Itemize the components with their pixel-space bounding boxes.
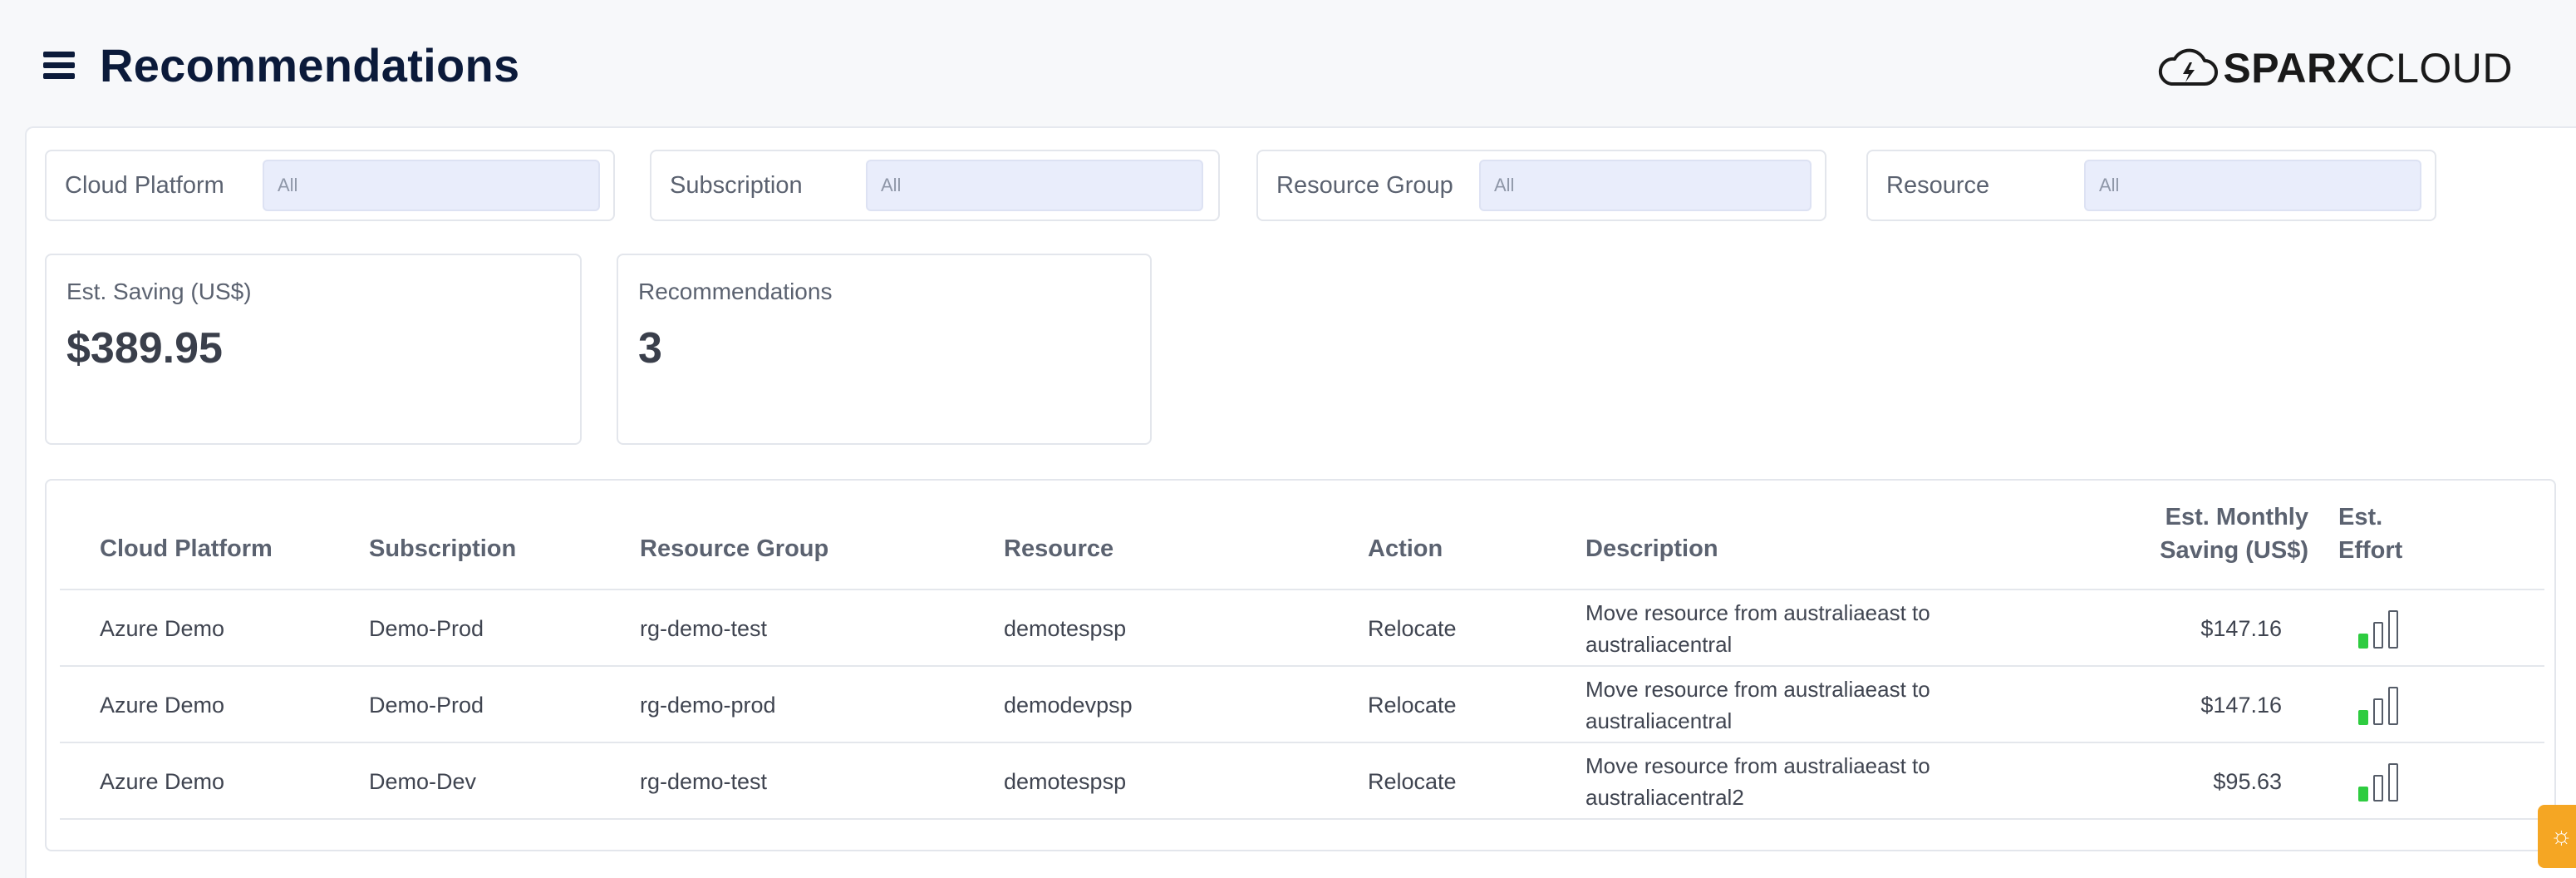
description-line1: Move resource from australiaeast to: [1585, 600, 1930, 625]
cell-resource-group: rg-demo-test: [640, 769, 768, 794]
logo-text-bold: SPARX: [2223, 45, 2366, 91]
effort-bars-icon: [2358, 763, 2408, 802]
resource-select[interactable]: All: [2084, 160, 2421, 211]
cell-action: Relocate: [1368, 616, 1457, 641]
filter-subscription: Subscription All: [650, 150, 1220, 221]
column-header-subscription[interactable]: Subscription: [369, 532, 516, 565]
cell-platform: Azure Demo: [100, 616, 225, 641]
filter-label: Cloud Platform: [65, 171, 224, 199]
description-line2: australiacentral2: [1585, 785, 1744, 810]
cell-resource: demotespsp: [1004, 769, 1127, 794]
column-header-action[interactable]: Action: [1368, 532, 1443, 565]
description-line1: Move resource from australiaeast to: [1585, 753, 1930, 778]
column-header-saving-line1: Est. Monthly: [2165, 504, 2308, 530]
cell-action: Relocate: [1368, 769, 1457, 794]
column-header-effort-line2: Effort: [2338, 537, 2403, 564]
cell-action: Relocate: [1368, 693, 1457, 718]
page-title: Recommendations: [100, 39, 520, 91]
cloud-platform-select[interactable]: All: [263, 160, 600, 211]
cell-subscription: Demo-Prod: [369, 616, 484, 641]
logo-text-regular: CLOUD: [2365, 45, 2513, 91]
cell-description: Move resource from australiaeast to aust…: [1585, 750, 2018, 813]
cell-resource: demodevpsp: [1004, 693, 1133, 718]
filter-resource: Resource All: [1866, 150, 2436, 221]
column-header-saving-line2: Saving (US$): [2160, 537, 2308, 564]
cell-resource-group: rg-demo-test: [640, 616, 768, 641]
description-line2: australiacentral: [1585, 708, 1733, 733]
description-line2: australiacentral: [1585, 632, 1733, 657]
subscription-select[interactable]: All: [866, 160, 1203, 211]
cell-description: Move resource from australiaeast to aust…: [1585, 673, 2018, 737]
lightbulb-icon: ☼: [2549, 822, 2574, 850]
cell-saving: $147.16: [2200, 616, 2282, 641]
cell-resource-group: rg-demo-prod: [640, 693, 776, 718]
filter-label: Resource Group: [1276, 171, 1453, 199]
cell-platform: Azure Demo: [100, 769, 225, 794]
recommendations-count-card: Recommendations 3: [617, 254, 1152, 445]
resource-group-select[interactable]: All: [1479, 160, 1812, 211]
cell-platform: Azure Demo: [100, 693, 225, 718]
filter-cloud-platform: Cloud Platform All: [45, 150, 615, 221]
column-header-saving[interactable]: Est. Monthly Saving (US$): [2109, 501, 2308, 567]
table-row[interactable]: Azure Demo Demo-Dev rg-demo-test demotes…: [60, 743, 2544, 820]
est-saving-value: $389.95: [66, 324, 223, 372]
recommendations-count-value: 3: [638, 324, 662, 372]
column-header-resource[interactable]: Resource: [1004, 532, 1113, 565]
column-header-description[interactable]: Description: [1585, 532, 1718, 565]
description-line1: Move resource from australiaeast to: [1585, 677, 1930, 702]
filter-label: Subscription: [670, 171, 803, 199]
effort-bars-icon: [2358, 687, 2408, 725]
filter-label: Resource: [1886, 171, 1990, 199]
column-header-effort-line1: Est.: [2338, 504, 2383, 530]
table-row[interactable]: Azure Demo Demo-Prod rg-demo-test demote…: [60, 590, 2544, 667]
cell-resource: demotespsp: [1004, 616, 1127, 641]
hamburger-menu-icon[interactable]: [43, 52, 76, 80]
effort-bars-icon: [2358, 610, 2408, 649]
cell-saving: $147.16: [2200, 693, 2282, 718]
top-bar: Recommendations SPARXCLOUD: [0, 15, 2576, 115]
filter-resource-group: Resource Group All: [1256, 150, 1826, 221]
help-button[interactable]: ☼: [2538, 805, 2576, 868]
column-header-platform[interactable]: Cloud Platform: [100, 532, 273, 565]
cell-subscription: Demo-Dev: [369, 769, 477, 794]
est-saving-card: Est. Saving (US$) $389.95: [45, 254, 582, 445]
recommendations-count-label: Recommendations: [638, 279, 833, 304]
column-header-effort[interactable]: Est. Effort: [2338, 501, 2402, 567]
cell-saving: $95.63: [2213, 769, 2282, 794]
cell-subscription: Demo-Prod: [369, 693, 484, 718]
sparxcloud-logo: SPARXCLOUD: [2156, 43, 2513, 93]
cloud-lightning-icon: [2159, 48, 2219, 86]
table-row[interactable]: Azure Demo Demo-Prod rg-demo-prod demode…: [60, 667, 2544, 743]
recommendations-table: Cloud Platform Subscription Resource Gro…: [45, 479, 2556, 851]
est-saving-label: Est. Saving (US$): [66, 279, 252, 304]
cell-description: Move resource from australiaeast to aust…: [1585, 597, 2018, 660]
column-header-resource-group[interactable]: Resource Group: [640, 532, 828, 565]
